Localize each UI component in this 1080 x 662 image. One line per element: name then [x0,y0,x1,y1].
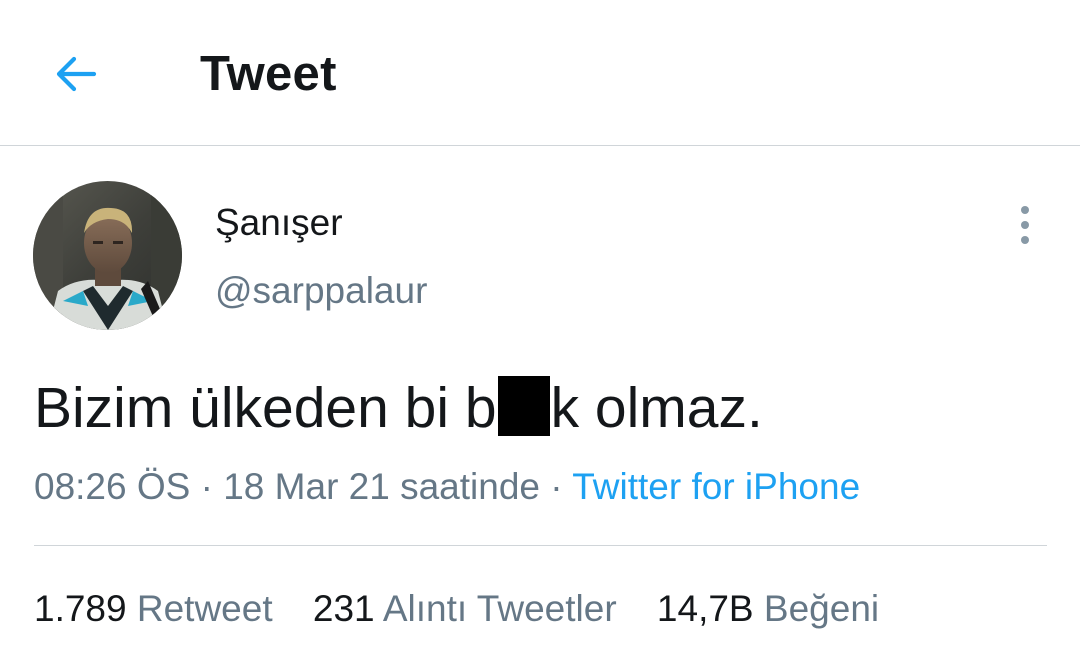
back-button[interactable] [40,38,112,110]
avatar[interactable] [33,181,182,330]
quotes-label: Alıntı Tweetler [382,588,617,629]
likes-count: 14,7B [656,588,754,629]
retweets-label: Retweet [136,588,273,629]
more-vertical-icon [1021,206,1029,214]
tweet-date: 18 Mar 21 saatinde [223,466,540,507]
redaction-box [497,376,550,436]
tweet-stats: 1.789 Retweet 231 Alıntı Tweetler 14,7B … [34,586,909,632]
quotes-stat[interactable]: 231 Alıntı Tweetler [313,586,617,632]
tweet-time: 08:26 ÖS [34,466,191,507]
more-vertical-icon-dot [1021,221,1029,229]
tweet-text: Bizim ülkeden bi b k olmaz. [34,372,763,444]
top-app-bar: Tweet [0,0,1080,146]
more-vertical-icon-dot [1021,236,1029,244]
retweets-stat[interactable]: 1.789 Retweet [34,586,273,632]
page-title: Tweet [200,47,337,101]
meta-separator: · [550,466,563,507]
quotes-count: 231 [312,588,375,629]
tweet-text-part-1: Bizim ülkeden bi b [34,376,497,440]
arrow-left-icon [56,56,97,92]
tweet-meta: 08:26 ÖS · 18 Mar 21 saatinde · Twitter … [34,464,860,510]
more-options-button[interactable] [1004,200,1046,250]
meta-separator: · [200,466,213,507]
retweets-count: 1.789 [34,588,127,629]
avatar-image [33,181,182,330]
likes-stat[interactable]: 14,7B Beğeni [657,586,879,632]
author-display-name[interactable]: Şanışer [215,200,343,246]
tweet-source-link[interactable]: Twitter for iPhone [572,466,860,507]
author-handle[interactable]: @sarppalaur [215,268,427,314]
likes-label: Beğeni [763,588,880,629]
tweet-text-part-2: k olmaz. [550,376,763,440]
divider [34,545,1047,546]
